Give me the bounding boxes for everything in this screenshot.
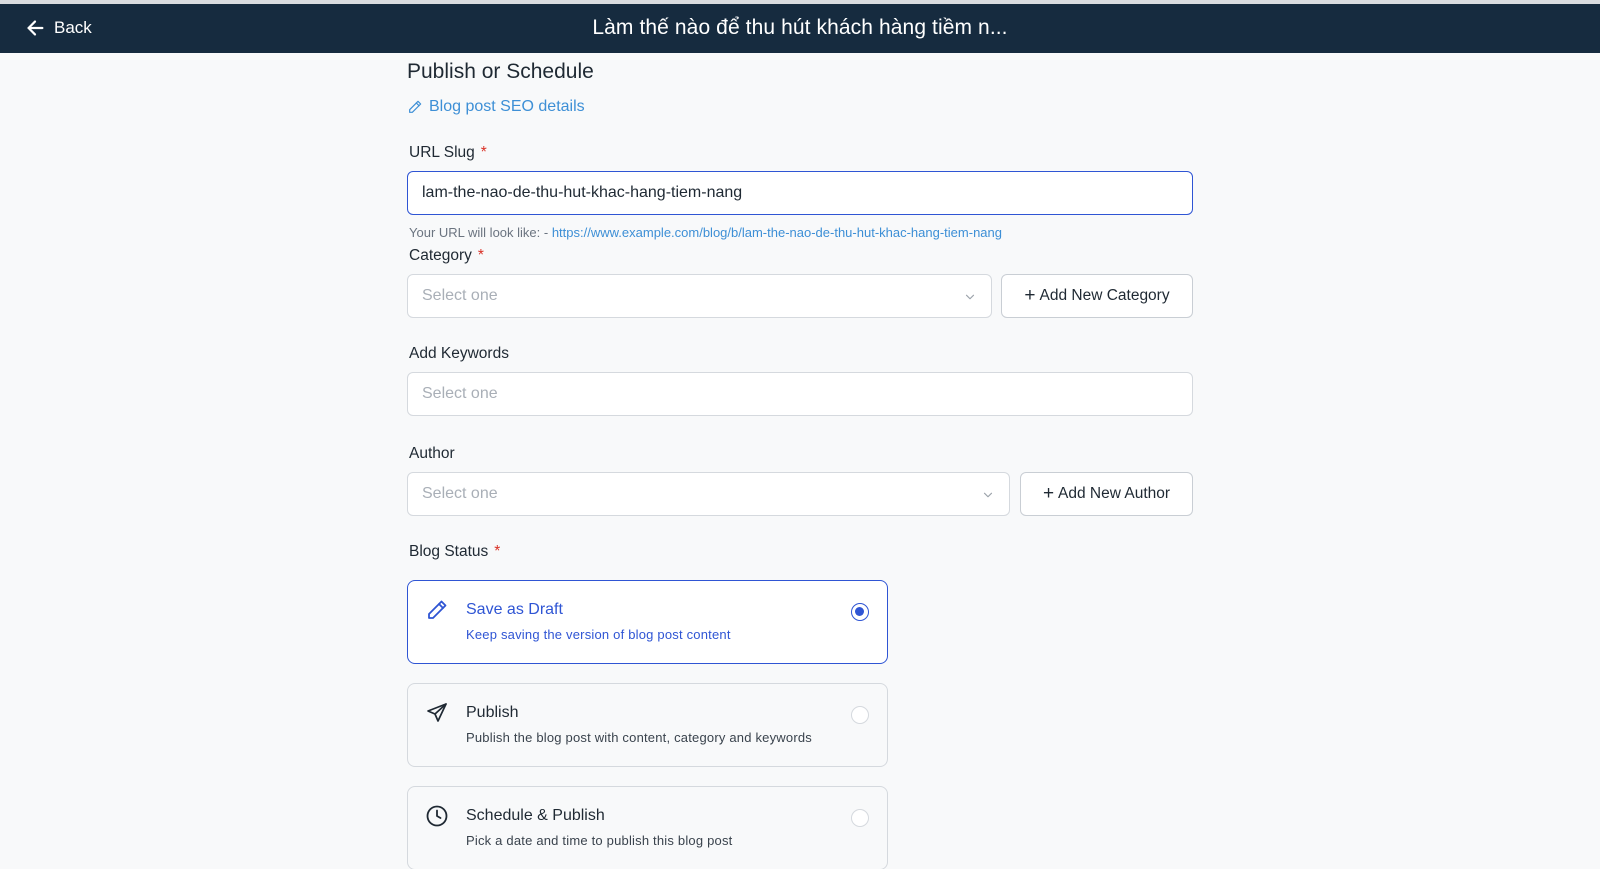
- add-category-label: Add New Category: [1039, 287, 1170, 304]
- author-select[interactable]: Select one: [407, 472, 1010, 516]
- pencil-icon: [428, 600, 447, 619]
- blog-status-label-text: Blog Status: [409, 543, 489, 560]
- send-icon: [427, 703, 447, 722]
- status-option-draft[interactable]: Save as Draft Keep saving the version of…: [407, 580, 888, 664]
- url-slug-input[interactable]: lam-the-nao-de-thu-hut-khac-hang-tiem-na…: [407, 171, 1193, 215]
- url-slug-value: lam-the-nao-de-thu-hut-khac-hang-tiem-na…: [422, 184, 743, 201]
- blog-status-label: Blog Status *: [409, 543, 500, 561]
- status-option-publish[interactable]: Publish Publish the blog post with conte…: [407, 683, 888, 767]
- category-label-text: Category: [409, 247, 472, 264]
- top-bar: Back Làm thế nào để thu hút khách hàng t…: [0, 4, 1600, 53]
- author-label: Author: [409, 445, 455, 462]
- status-radio-publish[interactable]: [851, 706, 869, 724]
- status-option-title: Publish: [466, 704, 519, 721]
- url-preview-hint: Your URL will look like: - https://www.e…: [409, 225, 1002, 240]
- required-mark: *: [480, 144, 487, 161]
- status-radio-schedule[interactable]: [851, 809, 869, 827]
- clock-icon: [426, 805, 448, 827]
- seo-link-label: Blog post SEO details: [429, 98, 585, 115]
- status-option-title: Schedule & Publish: [466, 807, 605, 824]
- keywords-label: Add Keywords: [409, 345, 509, 362]
- add-category-button[interactable]: + Add New Category: [1001, 274, 1193, 318]
- author-placeholder: Select one: [422, 485, 498, 502]
- status-option-title: Save as Draft: [466, 601, 563, 618]
- page-title: Làm thế nào để thu hút khách hàng tiềm n…: [592, 16, 1008, 39]
- section-title: Publish or Schedule: [407, 60, 594, 83]
- status-option-description: Keep saving the version of blog post con…: [466, 627, 731, 642]
- url-preview-link[interactable]: https://www.example.com/blog/b/lam-the-n…: [552, 225, 1002, 240]
- pencil-icon: [409, 100, 422, 113]
- category-placeholder: Select one: [422, 287, 498, 304]
- category-label: Category *: [409, 247, 484, 265]
- plus-icon: +: [1042, 482, 1055, 504]
- plus-icon: +: [1024, 284, 1036, 306]
- add-author-button[interactable]: + Add New Author: [1020, 472, 1193, 516]
- category-select[interactable]: Select one: [407, 274, 992, 318]
- chevron-down-icon: [983, 492, 993, 498]
- required-mark: *: [494, 543, 501, 560]
- keywords-placeholder: Select one: [422, 385, 498, 402]
- status-radio-draft[interactable]: [851, 603, 869, 621]
- url-slug-label-text: URL Slug: [409, 144, 475, 161]
- url-slug-label: URL Slug *: [409, 144, 487, 162]
- add-author-label: Add New Author: [1058, 485, 1171, 502]
- status-option-description: Pick a date and time to publish this blo…: [466, 833, 733, 848]
- keywords-select[interactable]: Select one: [407, 372, 1193, 416]
- status-option-description: Publish the blog post with content, cate…: [466, 730, 812, 745]
- url-hint-prefix: Your URL will look like: -: [409, 225, 549, 240]
- seo-details-link[interactable]: Blog post SEO details: [407, 98, 585, 116]
- status-option-schedule[interactable]: Schedule & Publish Pick a date and time …: [407, 786, 888, 869]
- required-mark: *: [477, 247, 484, 264]
- chevron-down-icon: [965, 294, 975, 300]
